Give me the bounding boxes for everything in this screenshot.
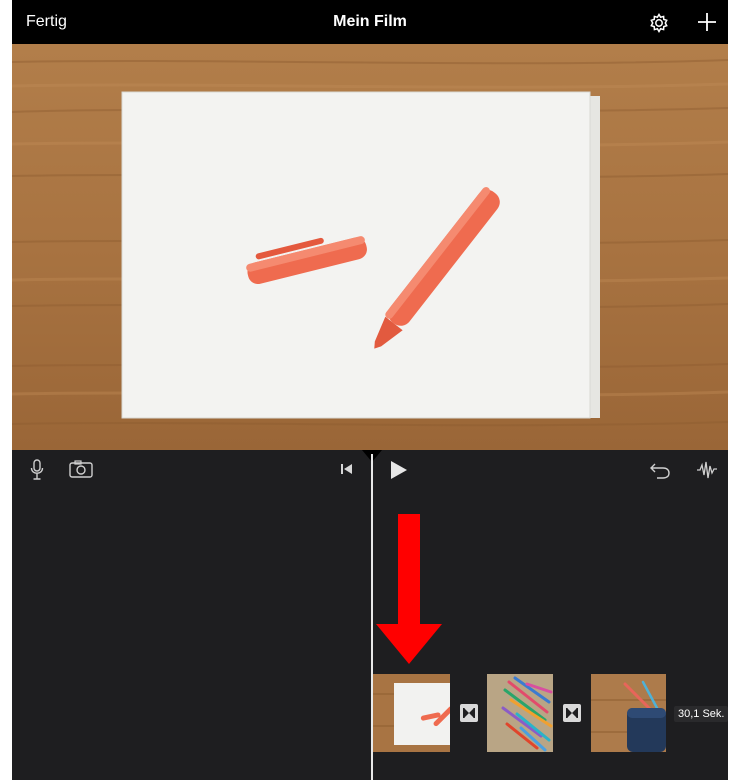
audio-waveform-icon[interactable] — [696, 460, 718, 485]
skip-to-start-icon[interactable] — [340, 462, 354, 481]
annotation-arrow — [376, 514, 442, 664]
clip-colored-pencils[interactable] — [487, 674, 553, 752]
video-preview[interactable] — [12, 44, 728, 450]
duration-label: 30,1 Sek. — [674, 706, 728, 722]
top-bar: Fertig Mein Film — [12, 0, 728, 44]
undo-icon[interactable] — [649, 461, 671, 484]
clip-paper-pen[interactable] — [373, 674, 450, 752]
imovie-project-screen: Fertig Mein Film 30,1 Sek. — [12, 0, 728, 780]
camera-icon[interactable] — [69, 460, 93, 483]
plus-icon[interactable] — [696, 11, 718, 33]
timeline-panel[interactable]: 30,1 Sek. — [12, 450, 728, 780]
microphone-icon[interactable] — [30, 459, 44, 486]
play-icon[interactable] — [390, 460, 408, 485]
preview-frame-image — [12, 44, 728, 450]
project-title: Mein Film — [333, 13, 407, 30]
bowtie-icon[interactable] — [563, 704, 581, 722]
clip-pencil-case[interactable] — [591, 674, 666, 752]
bowtie-icon[interactable] — [460, 704, 478, 722]
gear-icon[interactable] — [648, 12, 670, 34]
